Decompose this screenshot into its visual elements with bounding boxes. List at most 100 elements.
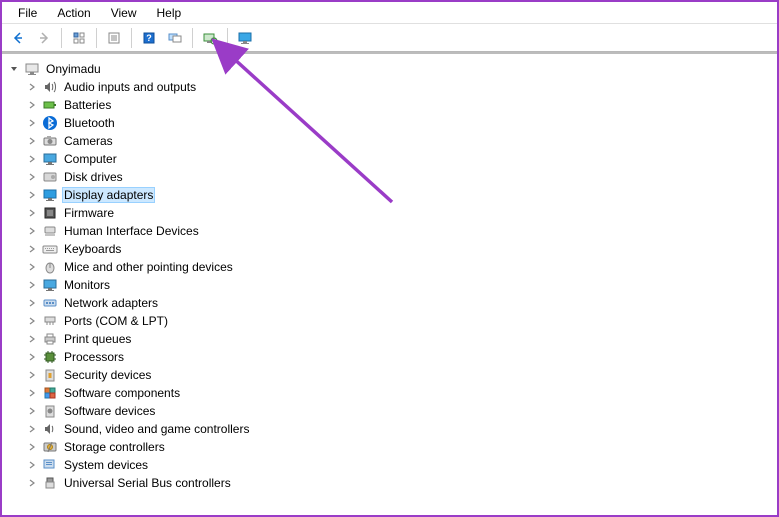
toolbar-show-connect-button[interactable]: [67, 26, 91, 50]
tree-category-label: Print queues: [62, 332, 133, 346]
tree-category-node: Processors: [26, 348, 777, 366]
tree-category-node: Storage controllers: [26, 438, 777, 456]
tree-category-label: Computer: [62, 152, 119, 166]
chevron-right-icon[interactable]: [26, 171, 38, 183]
monitor-icon: [42, 151, 58, 167]
tree-category-node: Security devices: [26, 366, 777, 384]
tree-category-row[interactable]: Universal Serial Bus controllers: [26, 474, 777, 492]
chevron-right-icon[interactable]: [26, 351, 38, 363]
menu-view[interactable]: View: [103, 5, 145, 21]
menu-bar: File Action View Help: [2, 2, 777, 24]
mouse-icon: [42, 259, 58, 275]
help-icon: ?: [141, 30, 157, 46]
tree-category-row[interactable]: Human Interface Devices: [26, 222, 777, 240]
toolbar-scan-hardware-button[interactable]: [198, 26, 222, 50]
show-hidden-icon: [167, 30, 183, 46]
chevron-right-icon[interactable]: [26, 441, 38, 453]
tree-category-node: Audio inputs and outputs: [26, 78, 777, 96]
chevron-right-icon[interactable]: [26, 477, 38, 489]
computer-root-icon: [24, 61, 40, 77]
tree-category-row[interactable]: Disk drives: [26, 168, 777, 186]
chevron-right-icon[interactable]: [26, 261, 38, 273]
tree-category-row[interactable]: Display adapters: [26, 186, 777, 204]
chevron-right-icon[interactable]: [26, 153, 38, 165]
tree-category-row[interactable]: Bluetooth: [26, 114, 777, 132]
tree-category-node: Human Interface Devices: [26, 222, 777, 240]
menu-help[interactable]: Help: [149, 5, 190, 21]
tree-pane[interactable]: Onyimadu Audio inputs and outputs Batteri…: [2, 52, 777, 515]
tree-category-row[interactable]: Processors: [26, 348, 777, 366]
tree-category-node: Network adapters: [26, 294, 777, 312]
chevron-right-icon[interactable]: [26, 117, 38, 129]
scan-hardware-icon: [202, 30, 218, 46]
chevron-right-icon[interactable]: [26, 315, 38, 327]
camera-icon: [42, 133, 58, 149]
disk-icon: [42, 169, 58, 185]
chevron-right-icon[interactable]: [26, 423, 38, 435]
tree-category-row[interactable]: Mice and other pointing devices: [26, 258, 777, 276]
tree-root-node: Onyimadu Audio inputs and outputs Batteri…: [8, 60, 777, 492]
hid-icon: [42, 223, 58, 239]
tree-category-node: Software components: [26, 384, 777, 402]
toolbar-back-button[interactable]: [6, 26, 30, 50]
tree-category-node: Firmware: [26, 204, 777, 222]
tree-category-row[interactable]: Firmware: [26, 204, 777, 222]
chevron-right-icon[interactable]: [26, 279, 38, 291]
tree-category-label: Audio inputs and outputs: [62, 80, 198, 94]
toolbar-separator: [131, 28, 132, 48]
tree-category-row[interactable]: Audio inputs and outputs: [26, 78, 777, 96]
chevron-right-icon[interactable]: [26, 297, 38, 309]
tree-category-row[interactable]: Batteries: [26, 96, 777, 114]
tree-category-label: Ports (COM & LPT): [62, 314, 170, 328]
tree-category-node: Computer: [26, 150, 777, 168]
toolbar-forward-button[interactable]: [32, 26, 56, 50]
chevron-right-icon[interactable]: [26, 405, 38, 417]
chevron-right-icon[interactable]: [26, 81, 38, 93]
monitor-icon: [42, 277, 58, 293]
tree-category-row[interactable]: Ports (COM & LPT): [26, 312, 777, 330]
tree-category-label: Mice and other pointing devices: [62, 260, 235, 274]
battery-icon: [42, 97, 58, 113]
tree-category-label: Universal Serial Bus controllers: [62, 476, 233, 490]
port-icon: [42, 313, 58, 329]
chevron-right-icon[interactable]: [26, 387, 38, 399]
toolbar-help-button[interactable]: ?: [137, 26, 161, 50]
tree-category-row[interactable]: System devices: [26, 456, 777, 474]
tree-category-row[interactable]: Software devices: [26, 402, 777, 420]
tree-root-row[interactable]: Onyimadu: [8, 60, 777, 78]
chevron-right-icon[interactable]: [26, 135, 38, 147]
menu-file[interactable]: File: [10, 5, 45, 21]
tree-category-node: System devices: [26, 456, 777, 474]
tree-category-label: Security devices: [62, 368, 153, 382]
chevron-right-icon[interactable]: [26, 207, 38, 219]
tree-category-row[interactable]: Network adapters: [26, 294, 777, 312]
chevron-right-icon[interactable]: [26, 243, 38, 255]
back-icon: [10, 30, 26, 46]
tree-category-label: Processors: [62, 350, 126, 364]
toolbar-monitor-action-button[interactable]: [233, 26, 257, 50]
chevron-right-icon[interactable]: [26, 189, 38, 201]
tree-category-row[interactable]: Security devices: [26, 366, 777, 384]
tree-category-row[interactable]: Keyboards: [26, 240, 777, 258]
tree-category-row[interactable]: Cameras: [26, 132, 777, 150]
tree-category-row[interactable]: Monitors: [26, 276, 777, 294]
storage-icon: [42, 439, 58, 455]
toolbar-properties-button[interactable]: [102, 26, 126, 50]
tree-category-node: Display adapters: [26, 186, 777, 204]
tree-category-row[interactable]: Print queues: [26, 330, 777, 348]
toolbar-separator: [192, 28, 193, 48]
toolbar-separator: [61, 28, 62, 48]
chevron-down-icon[interactable]: [8, 63, 20, 75]
tree-category-row[interactable]: Software components: [26, 384, 777, 402]
tree-category-row[interactable]: Computer: [26, 150, 777, 168]
show-connect-icon: [71, 30, 87, 46]
chevron-right-icon[interactable]: [26, 333, 38, 345]
menu-action[interactable]: Action: [49, 5, 98, 21]
tree-category-row[interactable]: Sound, video and game controllers: [26, 420, 777, 438]
chevron-right-icon[interactable]: [26, 459, 38, 471]
chevron-right-icon[interactable]: [26, 369, 38, 381]
chevron-right-icon[interactable]: [26, 225, 38, 237]
toolbar-show-hidden-button[interactable]: [163, 26, 187, 50]
tree-category-row[interactable]: Storage controllers: [26, 438, 777, 456]
chevron-right-icon[interactable]: [26, 99, 38, 111]
